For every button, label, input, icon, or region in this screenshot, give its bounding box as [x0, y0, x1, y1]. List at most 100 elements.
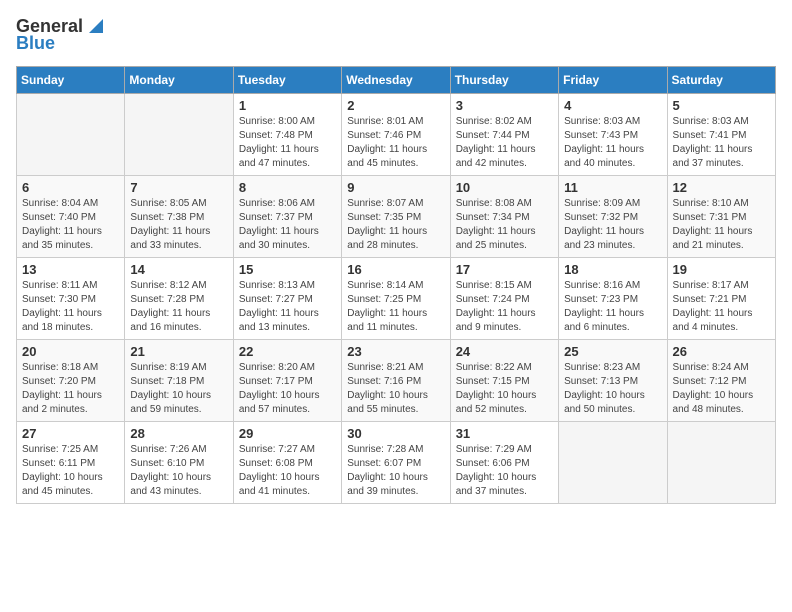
- day-number: 13: [22, 262, 119, 277]
- calendar-cell: 28Sunrise: 7:26 AM Sunset: 6:10 PM Dayli…: [125, 422, 233, 504]
- day-number: 15: [239, 262, 336, 277]
- calendar-body: 1 Sunrise: 8:00 AM Sunset: 7:48 PM Daylig…: [17, 94, 776, 504]
- calendar-cell: 20Sunrise: 8:18 AM Sunset: 7:20 PM Dayli…: [17, 340, 125, 422]
- day-info: Sunrise: 8:15 AM Sunset: 7:24 PM Dayligh…: [456, 279, 553, 335]
- day-info: Sunrise: 7:29 AM Sunset: 6:06 PM Dayligh…: [456, 443, 553, 499]
- day-number: 31: [456, 426, 553, 441]
- calendar-table: SundayMondayTuesdayWednesdayThursdayFrid…: [16, 66, 776, 504]
- calendar-cell: 5Sunrise: 8:03 AM Sunset: 7:41 PM Daylig…: [667, 94, 775, 176]
- day-info: Sunrise: 8:03 AM Sunset: 7:43 PM Dayligh…: [564, 115, 661, 171]
- day-number: 10: [456, 180, 553, 195]
- weekday-header-sunday: Sunday: [17, 67, 125, 94]
- day-number: 4: [564, 98, 661, 113]
- calendar-cell: 3Sunrise: 8:02 AM Sunset: 7:44 PM Daylig…: [450, 94, 558, 176]
- day-info: Sunrise: 8:13 AM Sunset: 7:27 PM Dayligh…: [239, 279, 336, 335]
- day-number: 25: [564, 344, 661, 359]
- calendar-cell: 19 Sunrise: 8:17 AM Sunset: 7:21 PM Dayli…: [667, 258, 775, 340]
- calendar-cell: 22Sunrise: 8:20 AM Sunset: 7:17 PM Dayli…: [233, 340, 341, 422]
- day-number: 19: [673, 262, 770, 277]
- weekday-header-row: SundayMondayTuesdayWednesdayThursdayFrid…: [17, 67, 776, 94]
- day-number: 6: [22, 180, 119, 195]
- calendar-cell: 2 Sunrise: 8:01 AM Sunset: 7:46 PM Daylig…: [342, 94, 450, 176]
- day-info: Sunrise: 8:08 AM Sunset: 7:34 PM Dayligh…: [456, 197, 553, 253]
- day-number: 21: [130, 344, 227, 359]
- calendar-cell: [667, 422, 775, 504]
- day-info: Sunrise: 8:00 AM Sunset: 7:48 PM Dayligh…: [239, 115, 336, 171]
- header: General Blue: [16, 16, 776, 54]
- calendar-week-2: 13 Sunrise: 8:11 AM Sunset: 7:30 PM Dayli…: [17, 258, 776, 340]
- day-number: 9: [347, 180, 444, 195]
- calendar-cell: 11Sunrise: 8:09 AM Sunset: 7:32 PM Dayli…: [559, 176, 667, 258]
- weekday-header-saturday: Saturday: [667, 67, 775, 94]
- weekday-header-wednesday: Wednesday: [342, 67, 450, 94]
- day-info: Sunrise: 8:12 AM Sunset: 7:28 PM Dayligh…: [130, 279, 227, 335]
- day-number: 27: [22, 426, 119, 441]
- weekday-header-friday: Friday: [559, 67, 667, 94]
- day-info: Sunrise: 8:05 AM Sunset: 7:38 PM Dayligh…: [130, 197, 227, 253]
- calendar-cell: 4 Sunrise: 8:03 AM Sunset: 7:43 PM Daylig…: [559, 94, 667, 176]
- calendar-cell: [17, 94, 125, 176]
- day-number: 1: [239, 98, 336, 113]
- day-number: 16: [347, 262, 444, 277]
- calendar-cell: [559, 422, 667, 504]
- day-info: Sunrise: 7:28 AM Sunset: 6:07 PM Dayligh…: [347, 443, 444, 499]
- day-info: Sunrise: 8:01 AM Sunset: 7:46 PM Dayligh…: [347, 115, 444, 171]
- day-number: 14: [130, 262, 227, 277]
- calendar-cell: 12Sunrise: 8:10 AM Sunset: 7:31 PM Dayli…: [667, 176, 775, 258]
- day-number: 7: [130, 180, 227, 195]
- day-number: 3: [456, 98, 553, 113]
- logo-arrow-icon: [85, 15, 107, 37]
- calendar-cell: 31 Sunrise: 7:29 AM Sunset: 6:06 PM Dayli…: [450, 422, 558, 504]
- day-info: Sunrise: 8:22 AM Sunset: 7:15 PM Dayligh…: [456, 361, 553, 417]
- day-number: 2: [347, 98, 444, 113]
- day-number: 24: [456, 344, 553, 359]
- day-number: 12: [673, 180, 770, 195]
- weekday-header-thursday: Thursday: [450, 67, 558, 94]
- calendar-cell: 7 Sunrise: 8:05 AM Sunset: 7:38 PM Daylig…: [125, 176, 233, 258]
- calendar-week-1: 6 Sunrise: 8:04 AM Sunset: 7:40 PM Daylig…: [17, 176, 776, 258]
- day-info: Sunrise: 8:20 AM Sunset: 7:17 PM Dayligh…: [239, 361, 336, 417]
- calendar-cell: 23Sunrise: 8:21 AM Sunset: 7:16 PM Dayli…: [342, 340, 450, 422]
- calendar-cell: 18 Sunrise: 8:16 AM Sunset: 7:23 PM Dayli…: [559, 258, 667, 340]
- weekday-header-monday: Monday: [125, 67, 233, 94]
- day-number: 11: [564, 180, 661, 195]
- calendar-cell: 27 Sunrise: 7:25 AM Sunset: 6:11 PM Dayli…: [17, 422, 125, 504]
- day-info: Sunrise: 7:27 AM Sunset: 6:08 PM Dayligh…: [239, 443, 336, 499]
- calendar-cell: 10 Sunrise: 8:08 AM Sunset: 7:34 PM Dayli…: [450, 176, 558, 258]
- day-info: Sunrise: 8:24 AM Sunset: 7:12 PM Dayligh…: [673, 361, 770, 417]
- calendar-header: SundayMondayTuesdayWednesdayThursdayFrid…: [17, 67, 776, 94]
- calendar-cell: 29 Sunrise: 7:27 AM Sunset: 6:08 PM Dayli…: [233, 422, 341, 504]
- day-info: Sunrise: 8:07 AM Sunset: 7:35 PM Dayligh…: [347, 197, 444, 253]
- calendar-cell: 8 Sunrise: 8:06 AM Sunset: 7:37 PM Daylig…: [233, 176, 341, 258]
- day-number: 26: [673, 344, 770, 359]
- calendar-cell: 30 Sunrise: 7:28 AM Sunset: 6:07 PM Dayli…: [342, 422, 450, 504]
- day-number: 28: [130, 426, 227, 441]
- logo-blue-text: Blue: [16, 33, 55, 54]
- day-info: Sunrise: 8:06 AM Sunset: 7:37 PM Dayligh…: [239, 197, 336, 253]
- calendar-cell: 16 Sunrise: 8:14 AM Sunset: 7:25 PM Dayli…: [342, 258, 450, 340]
- day-number: 29: [239, 426, 336, 441]
- calendar-cell: 17Sunrise: 8:15 AM Sunset: 7:24 PM Dayli…: [450, 258, 558, 340]
- calendar-cell: 26 Sunrise: 8:24 AM Sunset: 7:12 PM Dayli…: [667, 340, 775, 422]
- day-number: 18: [564, 262, 661, 277]
- day-number: 8: [239, 180, 336, 195]
- weekday-header-tuesday: Tuesday: [233, 67, 341, 94]
- day-info: Sunrise: 8:21 AM Sunset: 7:16 PM Dayligh…: [347, 361, 444, 417]
- day-info: Sunrise: 7:25 AM Sunset: 6:11 PM Dayligh…: [22, 443, 119, 499]
- day-info: Sunrise: 8:18 AM Sunset: 7:20 PM Dayligh…: [22, 361, 119, 417]
- calendar-week-3: 20Sunrise: 8:18 AM Sunset: 7:20 PM Dayli…: [17, 340, 776, 422]
- day-info: Sunrise: 8:04 AM Sunset: 7:40 PM Dayligh…: [22, 197, 119, 253]
- calendar-cell: 24 Sunrise: 8:22 AM Sunset: 7:15 PM Dayli…: [450, 340, 558, 422]
- calendar-cell: 25Sunrise: 8:23 AM Sunset: 7:13 PM Dayli…: [559, 340, 667, 422]
- day-number: 30: [347, 426, 444, 441]
- day-info: Sunrise: 8:03 AM Sunset: 7:41 PM Dayligh…: [673, 115, 770, 171]
- calendar-cell: 6 Sunrise: 8:04 AM Sunset: 7:40 PM Daylig…: [17, 176, 125, 258]
- logo: General Blue: [16, 16, 107, 54]
- day-info: Sunrise: 8:14 AM Sunset: 7:25 PM Dayligh…: [347, 279, 444, 335]
- day-info: Sunrise: 8:16 AM Sunset: 7:23 PM Dayligh…: [564, 279, 661, 335]
- day-info: Sunrise: 8:17 AM Sunset: 7:21 PM Dayligh…: [673, 279, 770, 335]
- day-info: Sunrise: 8:11 AM Sunset: 7:30 PM Dayligh…: [22, 279, 119, 335]
- calendar-cell: 13 Sunrise: 8:11 AM Sunset: 7:30 PM Dayli…: [17, 258, 125, 340]
- calendar-cell: 9 Sunrise: 8:07 AM Sunset: 7:35 PM Daylig…: [342, 176, 450, 258]
- calendar-cell: 21Sunrise: 8:19 AM Sunset: 7:18 PM Dayli…: [125, 340, 233, 422]
